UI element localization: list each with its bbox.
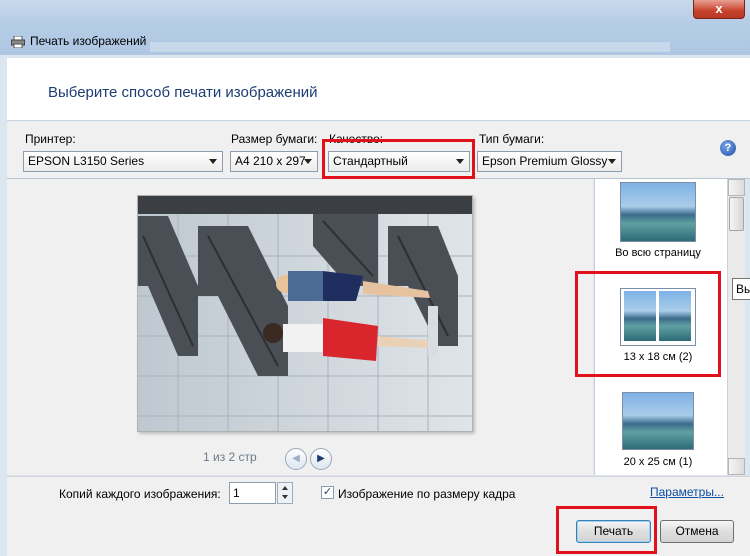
printer-icon (11, 36, 25, 48)
copies-label: Копий каждого изображения: (59, 487, 221, 501)
page-heading: Выберите способ печати изображений (48, 84, 318, 101)
layout-caption: 20 x 25 см (1) (623, 456, 693, 468)
options-link[interactable]: Параметры... (650, 485, 724, 499)
paper-type-label: Тип бумаги: (479, 132, 545, 146)
layout-item-full-page[interactable]: Во всю страницу (600, 182, 722, 265)
layout-item-20x25[interactable]: 20 x 25 см (1) (600, 390, 722, 470)
paper-type-select[interactable]: Epson Premium Glossy (477, 151, 622, 172)
prev-page-button[interactable]: ◀ (285, 448, 307, 470)
fit-to-frame-checkbox[interactable]: ✓ (321, 486, 334, 499)
layout-thumbnail (620, 182, 696, 242)
layout-thumbnail (622, 392, 694, 450)
cancel-button[interactable]: Отмена (660, 520, 734, 543)
copies-input[interactable]: 1 (229, 482, 276, 504)
printer-label: Принтер: (25, 132, 76, 146)
layout-scrollbar[interactable] (727, 179, 745, 475)
printer-select[interactable]: EPSON L3150 Series (23, 151, 223, 172)
paper-size-label: Размер бумаги: (231, 132, 318, 146)
background-blur (150, 42, 670, 52)
highlight-print (556, 506, 657, 554)
chevron-down-icon[interactable] (282, 495, 288, 499)
paper-size-select[interactable]: A4 210 x 297 (230, 151, 318, 172)
window-title: Печать изображений (30, 34, 147, 48)
chevron-up-icon[interactable] (282, 486, 288, 490)
preview-image (137, 195, 473, 432)
paper-size-select-value: A4 210 x 297 (235, 154, 306, 168)
highlight-layout (575, 271, 721, 377)
tooltip: Вы (732, 278, 750, 300)
scroll-up-button[interactable] (728, 179, 745, 196)
printer-select-value: EPSON L3150 Series (28, 154, 145, 168)
photo-preview (138, 196, 472, 431)
copies-stepper[interactable] (277, 482, 293, 504)
layout-caption: Во всю страницу (615, 247, 701, 259)
chevron-down-icon (608, 159, 616, 164)
close-button[interactable]: x (693, 0, 745, 19)
chevron-down-icon (304, 159, 312, 164)
highlight-quality (322, 139, 475, 179)
scroll-down-button[interactable] (728, 458, 745, 475)
page-counter: 1 из 2 стр (203, 450, 257, 464)
help-icon[interactable]: ? (720, 140, 736, 156)
next-page-button[interactable]: ▶ (310, 448, 332, 470)
fit-to-frame-label: Изображение по размеру кадра (338, 487, 516, 501)
scroll-thumb[interactable] (729, 197, 744, 231)
chevron-down-icon (209, 159, 217, 164)
paper-type-select-value: Epson Premium Glossy (482, 154, 608, 168)
